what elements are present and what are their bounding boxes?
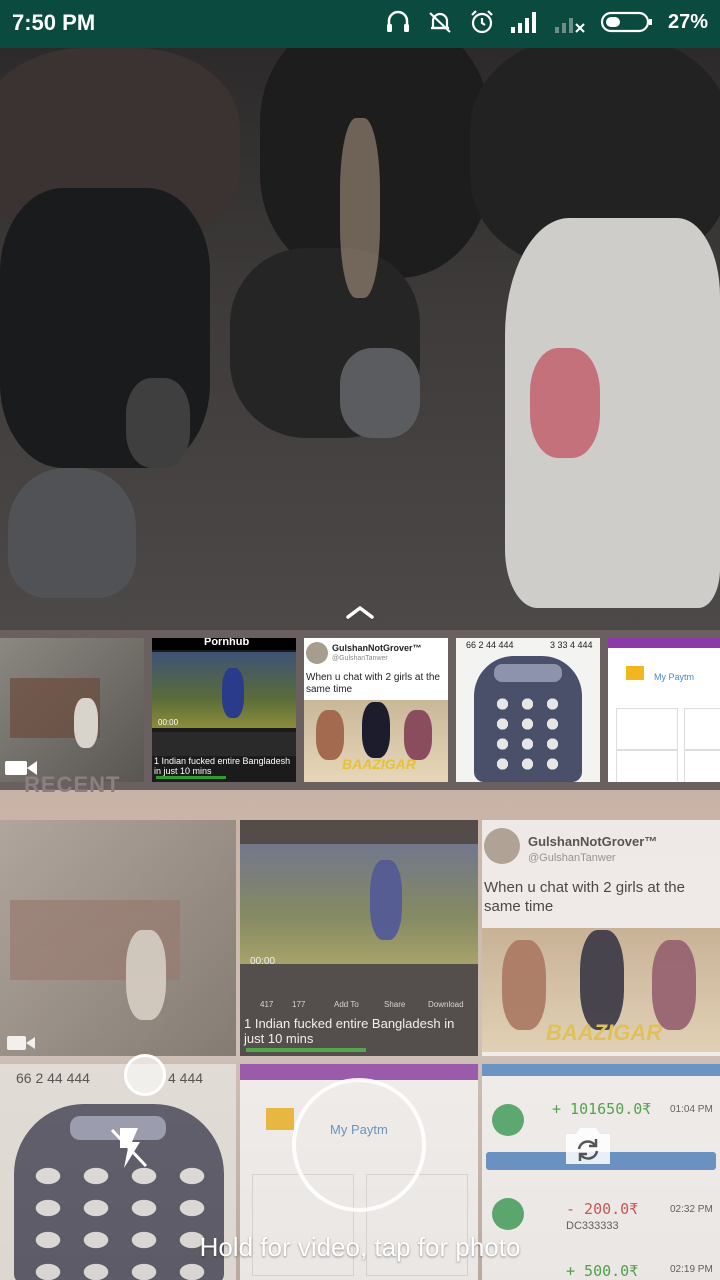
cashback-icon xyxy=(492,1104,524,1136)
thumbnail-phone[interactable]: 66 2 44 444 3 33 4 444 xyxy=(456,638,600,782)
recent-label: RECENT xyxy=(24,772,121,797)
add-to-label: Add To xyxy=(334,1000,359,1009)
thumbnail-paytm[interactable]: My Paytm xyxy=(608,638,720,782)
transaction-amount: + 101650.0₹ xyxy=(552,1100,652,1118)
thumbnail-video-screenshot[interactable]: Pornhub 00:00 1 Indian fucked entire Ban… xyxy=(152,638,296,782)
chevron-up-icon[interactable] xyxy=(344,602,376,622)
phone-digits: 66 2 44 444 xyxy=(466,640,514,650)
tweet-handle: @GulshanTanwer xyxy=(528,852,616,864)
cashback-icon xyxy=(492,1198,524,1230)
dislike-count: 177 xyxy=(292,1000,306,1009)
focus-indicator xyxy=(124,1054,166,1096)
paytm-title: My Paytm xyxy=(654,672,695,682)
recent-thumbnail-strip: Pornhub 00:00 1 Indian fucked entire Ban… xyxy=(0,630,720,790)
status-time: 7:50 PM xyxy=(12,10,96,35)
phone-digits-right: 3 33 4 444 xyxy=(550,640,593,650)
tweet-author: GulshanNotGrover™ xyxy=(332,643,422,653)
brand-label: Pornhub xyxy=(204,638,250,648)
gallery-item-tweet[interactable]: GulshanNotGrover™ @GulshanTanwer When u … xyxy=(482,820,720,1056)
status-bar: 7:50 PM 27% xyxy=(0,0,720,48)
capture-hint: Hold for video, tap for photo xyxy=(199,1232,521,1262)
no-signal-icon xyxy=(554,10,586,34)
phone-digits-right: 4 444 xyxy=(168,1070,204,1086)
movie-title-art: BAAZIGAR xyxy=(342,756,416,772)
video-caption: 1 Indian fucked entire Bangladesh in jus… xyxy=(154,756,291,776)
video-time: 00:00 xyxy=(250,956,276,967)
transaction-time: 01:04 PM xyxy=(670,1104,713,1115)
status-icons: 27% xyxy=(384,8,708,36)
video-time: 00:00 xyxy=(158,718,179,727)
transaction-reference: DC333333 xyxy=(566,1220,619,1232)
flash-off-icon[interactable] xyxy=(108,1124,152,1172)
tweet-text: When u chat with 2 girls at the same tim… xyxy=(484,879,685,915)
transaction-time: 02:19 PM xyxy=(670,1264,713,1275)
alarm-icon xyxy=(468,8,496,36)
transaction-time: 02:32 PM xyxy=(670,1204,713,1215)
switch-camera-icon[interactable] xyxy=(562,1122,614,1168)
thumbnail-tweet[interactable]: GulshanNotGrover™ @GulshanTanwer When u … xyxy=(304,638,448,782)
video-caption: 1 Indian fucked entire Bangladesh in jus… xyxy=(244,1016,455,1046)
transaction-amount: + 500.0₹ xyxy=(566,1262,639,1280)
phone-digits: 66 2 44 444 xyxy=(16,1070,90,1086)
download-label: Download xyxy=(428,1000,464,1009)
movie-title-art: BAAZIGAR xyxy=(546,1020,663,1045)
battery-percent: 27% xyxy=(667,10,708,33)
signal-icon xyxy=(510,10,540,34)
gallery-item-video-screenshot[interactable]: 00:00 417 177 Add To Share Download 1 In… xyxy=(240,820,478,1056)
tweet-author: GulshanNotGrover™ xyxy=(528,834,658,849)
battery-icon xyxy=(600,10,654,34)
headset-icon xyxy=(384,8,412,36)
transaction-amount: - 200.0₹ xyxy=(566,1200,639,1218)
avatar xyxy=(484,828,520,864)
gallery-item-video[interactable] xyxy=(0,820,236,1056)
like-count: 417 xyxy=(260,1000,274,1009)
share-label: Share xyxy=(384,1000,406,1009)
video-camera-icon xyxy=(7,1036,35,1050)
notifications-muted-icon xyxy=(426,8,454,36)
tweet-handle: @GulshanTanwer xyxy=(332,655,388,662)
shutter-button[interactable] xyxy=(292,1078,426,1212)
camera-viewfinder[interactable] xyxy=(0,48,720,630)
thumbnail-video[interactable] xyxy=(0,638,144,782)
avatar xyxy=(306,642,328,664)
tweet-text: When u chat with 2 girls at the same tim… xyxy=(306,672,440,695)
